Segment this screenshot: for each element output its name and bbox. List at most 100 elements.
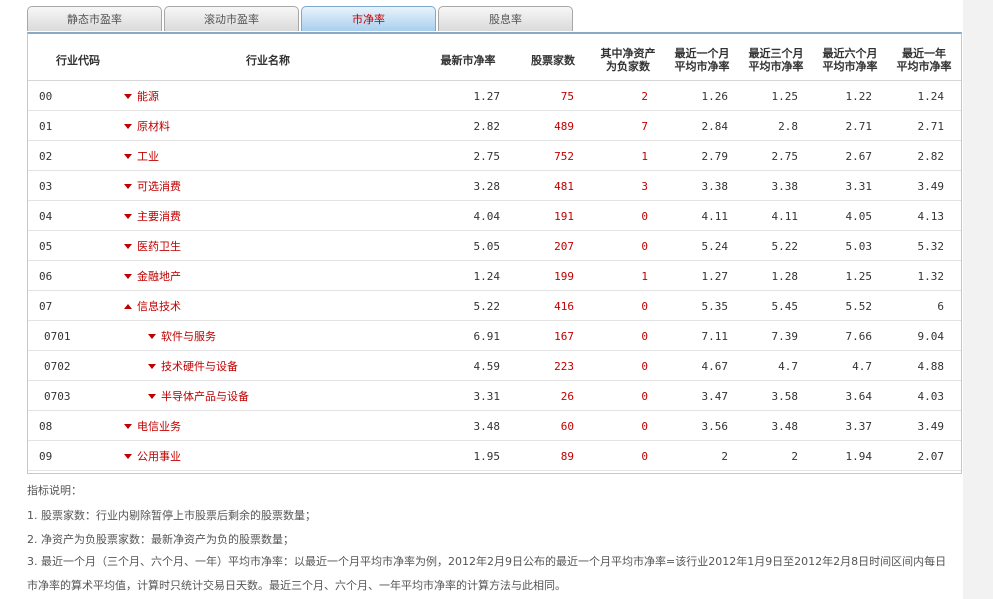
row-y1-pb: 2.71: [917, 120, 945, 133]
expand-triangle-icon[interactable]: [124, 274, 132, 279]
header-m6: 最近六个月 平均市净率: [810, 47, 890, 73]
expand-triangle-icon[interactable]: [124, 154, 132, 159]
tab-rolling-pe[interactable]: 滚动市盈率: [164, 6, 299, 31]
row-m1-pb: 2.79: [701, 150, 729, 163]
row-y1-pb: 1.32: [917, 270, 945, 283]
table-row: 00 能源 1.27 75 2 1.26 1.25 1.22 1.24: [28, 81, 961, 111]
row-stock-count: 199: [554, 270, 574, 283]
row-stock-count: 191: [554, 210, 574, 223]
row-name-link[interactable]: 技术硬件与设备: [148, 351, 408, 381]
row-neg-count: 0: [641, 330, 648, 343]
header-y1: 最近一年 平均市净率: [884, 47, 964, 73]
row-name-link[interactable]: 半导体产品与设备: [148, 381, 408, 411]
header-neg-count-line1: 其中净资产: [600, 47, 656, 60]
row-stock-count: 207: [554, 240, 574, 253]
table-row: 04 主要消费 4.04 191 0 4.11 4.11 4.05 4.13: [28, 201, 961, 231]
expand-triangle-icon[interactable]: [148, 334, 156, 339]
row-code: 09: [39, 450, 53, 463]
row-stock-count: 752: [554, 150, 574, 163]
table-header: 行业代码 行业名称 最新市净率 股票家数 其中净资产 为负家数 最近一个月 平均…: [28, 34, 961, 81]
row-latest-pb: 1.24: [473, 270, 501, 283]
row-name-link[interactable]: 医药卫生: [124, 231, 384, 261]
header-m6-line2: 平均市净率: [822, 60, 878, 73]
expand-triangle-icon[interactable]: [124, 424, 132, 429]
row-latest-pb: 5.05: [473, 240, 501, 253]
row-latest-pb: 2.75: [473, 150, 501, 163]
tab-static-pe[interactable]: 静态市盈率: [27, 6, 162, 31]
row-m1-pb: 1.26: [701, 90, 729, 103]
row-m1-pb: 3.56: [701, 420, 729, 433]
row-m1-pb: 3.38: [701, 180, 729, 193]
row-y1-pb: 3.49: [917, 180, 945, 193]
row-m6-pb: 2.67: [845, 150, 873, 163]
expand-triangle-icon[interactable]: [124, 184, 132, 189]
row-m1-pb: 5.24: [701, 240, 729, 253]
row-latest-pb: 2.82: [473, 120, 501, 133]
row-neg-count: 0: [641, 300, 648, 313]
row-stock-count: 26: [560, 390, 574, 403]
row-code: 02: [39, 150, 53, 163]
expand-triangle-icon[interactable]: [124, 94, 132, 99]
row-name-label: 能源: [137, 90, 159, 103]
row-m3-pb: 1.28: [771, 270, 799, 283]
row-latest-pb: 6.91: [473, 330, 501, 343]
row-name-link[interactable]: 软件与服务: [148, 321, 408, 351]
row-m1-pb: 2: [721, 450, 728, 463]
row-stock-count: 489: [554, 120, 574, 133]
row-m6-pb: 4.7: [852, 360, 872, 373]
row-y1-pb: 6: [937, 300, 944, 313]
row-name-link[interactable]: 电信业务: [124, 411, 384, 441]
right-margin: [963, 0, 993, 599]
expand-triangle-icon[interactable]: [124, 454, 132, 459]
expand-triangle-icon[interactable]: [148, 394, 156, 399]
row-name-link[interactable]: 主要消费: [124, 201, 384, 231]
row-code: 06: [39, 270, 53, 283]
row-name-label: 半导体产品与设备: [161, 390, 249, 403]
row-neg-count: 0: [641, 240, 648, 253]
row-m3-pb: 1.25: [771, 90, 799, 103]
collapse-triangle-icon[interactable]: [124, 304, 132, 309]
row-latest-pb: 3.28: [473, 180, 501, 193]
row-m3-pb: 3.58: [771, 390, 799, 403]
row-name-link[interactable]: 可选消费: [124, 171, 384, 201]
row-neg-count: 0: [641, 420, 648, 433]
row-stock-count: 481: [554, 180, 574, 193]
row-name-link[interactable]: 公用事业: [124, 441, 384, 471]
row-m1-pb: 4.11: [701, 210, 729, 223]
header-m3-line1: 最近三个月: [748, 47, 804, 60]
row-name-link[interactable]: 原材料: [124, 111, 384, 141]
header-code: 行业代码: [56, 54, 100, 67]
row-name-label: 医药卫生: [137, 240, 181, 253]
row-code: 01: [39, 120, 53, 133]
row-m3-pb: 2.75: [771, 150, 799, 163]
row-name-link[interactable]: 能源: [124, 81, 384, 111]
row-stock-count: 60: [560, 420, 574, 433]
row-name-label: 可选消费: [137, 180, 181, 193]
row-m6-pb: 7.66: [845, 330, 873, 343]
row-m3-pb: 5.22: [771, 240, 799, 253]
row-m6-pb: 5.03: [845, 240, 873, 253]
row-y1-pb: 3.49: [917, 420, 945, 433]
row-neg-count: 7: [641, 120, 648, 133]
header-neg-count-line2: 为负家数: [606, 60, 650, 73]
row-stock-count: 89: [560, 450, 574, 463]
table-row: 06 金融地产 1.24 199 1 1.27 1.28 1.25 1.32: [28, 261, 961, 291]
row-code: 08: [39, 420, 53, 433]
row-stock-count: 223: [554, 360, 574, 373]
row-latest-pb: 1.27: [473, 90, 501, 103]
expand-triangle-icon[interactable]: [124, 244, 132, 249]
row-stock-count: 167: [554, 330, 574, 343]
row-name-link[interactable]: 工业: [124, 141, 384, 171]
row-y1-pb: 4.88: [917, 360, 945, 373]
row-name-link[interactable]: 信息技术: [124, 291, 384, 321]
expand-triangle-icon[interactable]: [124, 214, 132, 219]
header-m1-line2: 平均市净率: [674, 60, 730, 73]
row-name-link[interactable]: 金融地产: [124, 261, 384, 291]
tab-pb[interactable]: 市净率: [301, 6, 436, 31]
table-row: 01 原材料 2.82 489 7 2.84 2.8 2.71 2.71: [28, 111, 961, 141]
expand-triangle-icon[interactable]: [148, 364, 156, 369]
tab-dividend-yield[interactable]: 股息率: [438, 6, 573, 31]
pb-table: 行业代码 行业名称 最新市净率 股票家数 其中净资产 为负家数 最近一个月 平均…: [27, 32, 962, 474]
row-y1-pb: 4.13: [917, 210, 945, 223]
expand-triangle-icon[interactable]: [124, 124, 132, 129]
